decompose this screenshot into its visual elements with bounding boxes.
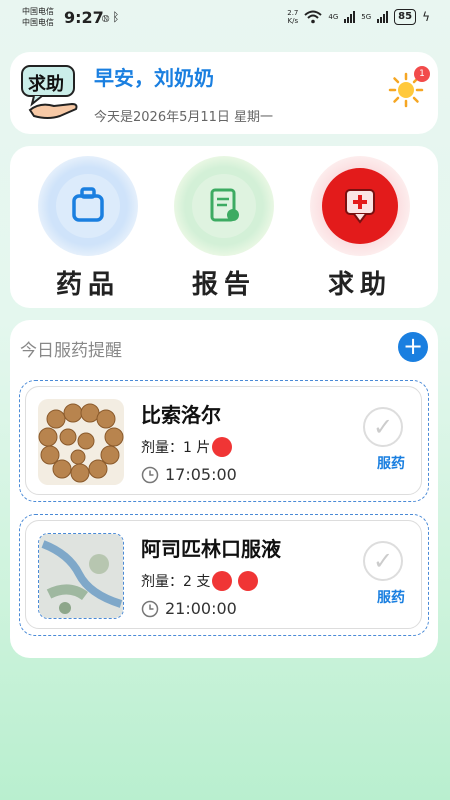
signal-icon-2: [377, 11, 389, 23]
report-label: 报告: [191, 270, 256, 300]
greeting-date: 今天是2026年5月11日 星期一: [94, 110, 274, 125]
dose-text: 剂量：1 片: [141, 440, 211, 456]
report-button[interactable]: 报告: [172, 152, 276, 302]
medicine-photo-map: [38, 533, 124, 619]
medication-reminder-panel: 今日服药提醒 + 比索洛尔 剂量：1 片 17:05:00 ✓ 服药 阿司匹林口…: [10, 320, 438, 658]
speed-unit: K/s: [287, 17, 299, 25]
medicine-label: 药品: [55, 270, 120, 300]
medicine-inner: [56, 174, 120, 238]
network-type-1: 4G: [328, 13, 339, 21]
dose-text: 剂量：2 支: [141, 574, 211, 590]
carrier-1: 中国电信: [22, 7, 54, 16]
dose-dot: [238, 571, 259, 591]
function-card: 药品 报告 求助: [10, 146, 438, 308]
help-logo-text: 求助: [28, 74, 64, 95]
speed-value: 2.7: [287, 9, 299, 17]
take-medicine-button[interactable]: 服药: [377, 587, 405, 607]
medical-cross-icon: [345, 189, 375, 224]
reminder-item[interactable]: 比索洛尔 剂量：1 片 17:05:00 ✓ 服药: [25, 386, 422, 495]
bluetooth-icon: ᛒ: [112, 10, 123, 24]
clock-icon: [141, 466, 159, 483]
network-type-2: 5G: [361, 13, 372, 21]
dose-dot: [212, 571, 233, 591]
status-bar: 中国电信 中国电信 9:27 Ⓝᛒ 2.7 K/s 4G 5G 85 ϟ: [0, 0, 450, 36]
time-text: 17:05:00: [165, 465, 237, 484]
plus-icon: +: [402, 332, 424, 360]
medicine-name: 阿司匹林口服液: [141, 537, 281, 561]
status-right: 2.7 K/s 4G 5G 85 ϟ: [287, 9, 430, 25]
medicine-photo-beads: [38, 399, 124, 485]
check-icon: ✓: [372, 547, 394, 575]
network-speed: 2.7 K/s: [287, 9, 298, 25]
reminder-item[interactable]: 阿司匹林口服液 剂量：2 支 21:00:00 ✓ 服药: [25, 520, 422, 629]
medicine-button[interactable]: 药品: [36, 152, 140, 302]
medicine-dose: 剂量：2 支: [141, 571, 259, 591]
greeting-card: 求助 早安，刘奶奶 今天是2026年5月11日 星期一 1: [10, 52, 438, 134]
dose-dot: [212, 437, 233, 457]
greeting-title: 早安，刘奶奶: [94, 66, 214, 90]
take-medicine-button[interactable]: 服药: [377, 453, 405, 473]
charging-icon: ϟ: [422, 10, 430, 24]
time-text: 21:00:00: [165, 599, 237, 618]
status-icons: Ⓝᛒ: [102, 10, 122, 24]
help-inner: [322, 168, 398, 244]
nfc-icon: Ⓝ: [102, 10, 113, 24]
reminder-item-outline: 比索洛尔 剂量：1 片 17:05:00 ✓ 服药: [19, 380, 429, 502]
bag-icon: [72, 187, 104, 222]
help-button[interactable]: 求助: [308, 152, 412, 302]
reminder-item-outline: 阿司匹林口服液 剂量：2 支 21:00:00 ✓ 服药: [19, 514, 429, 636]
add-reminder-button[interactable]: +: [398, 332, 428, 362]
medicine-name: 比索洛尔: [141, 403, 221, 427]
reminder-title: 今日服药提醒: [20, 341, 122, 361]
check-icon: ✓: [372, 413, 394, 441]
signal-icon-1: [344, 11, 356, 23]
report-icon: [210, 188, 239, 222]
battery-icon: 85: [394, 9, 417, 25]
notification-badge: 1: [414, 66, 430, 82]
carrier-2: 中国电信: [22, 18, 54, 27]
help-label: 求助: [327, 270, 392, 300]
take-medicine-check[interactable]: ✓: [363, 541, 403, 581]
wifi-icon: [304, 10, 323, 24]
take-medicine-check[interactable]: ✓: [363, 407, 403, 447]
medicine-time: 17:05:00: [141, 465, 237, 484]
clock: 9:27: [64, 8, 104, 27]
clock-icon: [141, 600, 159, 617]
report-inner: [192, 174, 256, 238]
carrier-label: 中国电信 中国电信: [22, 6, 54, 28]
medicine-time: 21:00:00: [141, 599, 237, 618]
help-hand-logo: 求助: [20, 64, 88, 122]
medicine-dose: 剂量：1 片: [141, 437, 233, 457]
